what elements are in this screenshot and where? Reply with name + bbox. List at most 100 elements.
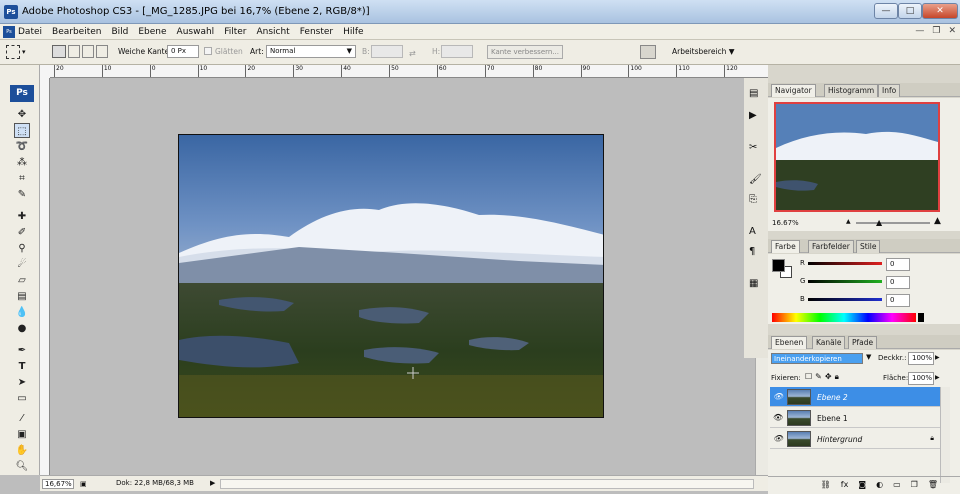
palette-well-icon[interactable]	[640, 45, 656, 59]
gradient-tool-icon[interactable]: ▤	[14, 289, 30, 304]
zoom-tool-icon[interactable]: 🔍︎	[14, 459, 30, 474]
layer-row-ebene-2[interactable]: 👁︎ Ebene 2	[770, 387, 940, 407]
notes-tool-icon[interactable]: ▣	[14, 427, 30, 442]
menu-fenster[interactable]: Fenster	[300, 27, 333, 37]
refine-edge-button[interactable]: Kante verbessern...	[487, 45, 563, 59]
doc-close-button[interactable]: ✕	[948, 26, 956, 36]
close-button[interactable]: ✕	[922, 3, 958, 19]
menu-datei[interactable]: Datei	[18, 27, 42, 37]
tab-color[interactable]: Farbe	[771, 240, 800, 253]
zoom-in-icon[interactable]: ▲	[934, 216, 941, 226]
foreground-color-swatch[interactable]	[772, 259, 785, 272]
menu-ansicht[interactable]: Ansicht	[256, 27, 289, 37]
intersect-selection-icon[interactable]	[96, 45, 108, 58]
clone-stamp-tool-icon[interactable]: ⚲	[14, 241, 30, 256]
hand-tool-icon[interactable]: ✋	[14, 443, 30, 458]
tab-info[interactable]: Info	[878, 84, 901, 97]
style-select[interactable]: Normal ▼	[266, 45, 356, 58]
minimize-button[interactable]: —	[874, 3, 898, 19]
tab-channels[interactable]: Kanäle	[812, 336, 846, 349]
tab-navigator[interactable]: Navigator	[771, 84, 816, 97]
link-layers-icon[interactable]: ⛓	[821, 477, 831, 494]
eraser-tool-icon[interactable]: ▱	[14, 273, 30, 288]
zoom-slider-handle-icon[interactable]: ▲	[876, 218, 882, 227]
blend-mode-dropdown-icon[interactable]: ▼	[866, 353, 871, 361]
doc-minimize-button[interactable]: —	[915, 26, 924, 36]
color-spectrum-bar[interactable]	[772, 313, 916, 322]
healing-brush-tool-icon[interactable]: ✚	[14, 209, 30, 224]
opacity-input[interactable]: 100%	[908, 352, 934, 365]
maximize-button[interactable]: □	[898, 3, 922, 19]
eye-icon[interactable]: 👁︎	[773, 413, 783, 422]
layer-row-hintergrund[interactable]: 👁︎ Hintergrund 🔒︎	[770, 429, 940, 449]
brushes-panel-icon[interactable]: 🖌︎	[749, 174, 762, 185]
menu-bearbeiten[interactable]: Bearbeiten	[52, 27, 101, 37]
workspace-button[interactable]: Arbeitsbereich ▼	[672, 47, 735, 56]
tab-paths[interactable]: Pfade	[848, 336, 878, 349]
channel-r-input[interactable]: 0	[886, 258, 910, 271]
layer-style-icon[interactable]: fx	[841, 477, 849, 494]
brush-tool-icon[interactable]: ✐	[14, 225, 30, 240]
horizontal-scrollbar[interactable]	[220, 479, 754, 489]
menu-ebene[interactable]: Ebene	[138, 27, 166, 37]
delete-layer-icon[interactable]: 🗑︎	[928, 477, 938, 494]
actions-panel-icon[interactable]: ▶	[749, 110, 757, 121]
status-menu-icon[interactable]: ▶	[210, 479, 215, 487]
tab-histogram[interactable]: Histogramm	[824, 84, 879, 97]
channel-g-slider[interactable]	[808, 280, 882, 283]
channel-r-slider[interactable]	[808, 262, 882, 265]
menu-bild[interactable]: Bild	[111, 27, 128, 37]
tab-swatches[interactable]: Farbfelder	[808, 240, 854, 253]
zoom-out-icon[interactable]: ▲	[846, 218, 851, 225]
layer-row-ebene-1[interactable]: 👁︎ Ebene 1	[770, 408, 940, 428]
blend-mode-select[interactable]: Ineinanderkopieren	[771, 353, 863, 364]
fill-dropdown-icon[interactable]: ▶	[935, 374, 940, 381]
clone-source-icon[interactable]: ⎘	[749, 194, 757, 205]
opacity-dropdown-icon[interactable]: ▶	[935, 354, 940, 361]
layer-mask-icon[interactable]: ◙	[858, 477, 866, 494]
history-brush-tool-icon[interactable]: ☄	[14, 257, 30, 272]
fill-input[interactable]: 100%	[908, 372, 934, 385]
menu-filter[interactable]: Filter	[224, 27, 246, 37]
document-image[interactable]	[178, 134, 604, 418]
dodge-tool-icon[interactable]: ●	[14, 321, 30, 336]
antialias-checkbox[interactable]	[204, 47, 212, 55]
ps-menu-icon[interactable]: Ps	[3, 26, 15, 38]
preset-dropdown-icon[interactable]: ▾	[22, 48, 26, 56]
marquee-preset-icon[interactable]	[6, 45, 20, 59]
slice-tool-icon[interactable]: ✎	[14, 187, 30, 202]
add-selection-icon[interactable]	[68, 45, 80, 58]
channel-b-slider[interactable]	[808, 298, 882, 301]
eye-icon[interactable]: 👁︎	[773, 434, 783, 443]
menu-auswahl[interactable]: Auswahl	[177, 27, 215, 37]
adjustment-layer-icon[interactable]: ◐	[876, 477, 883, 494]
layers-scrollbar[interactable]	[940, 387, 950, 483]
move-tool-icon[interactable]: ✥	[14, 107, 30, 122]
channel-b-input[interactable]: 0	[886, 294, 910, 307]
lasso-tool-icon[interactable]: ➰	[14, 139, 30, 154]
pen-tool-icon[interactable]: ✒	[14, 343, 30, 358]
tab-layers[interactable]: Ebenen	[771, 336, 808, 349]
lock-icons[interactable]: ☐✎✥🔒︎	[805, 372, 842, 382]
spectrum-black[interactable]	[918, 313, 924, 322]
layer-comps-icon[interactable]: ▦	[749, 278, 758, 289]
zoom-field[interactable]: 16,67%	[42, 479, 74, 489]
type-tool-icon[interactable]: T	[14, 359, 30, 374]
marquee-tool-icon[interactable]: ⬚	[14, 123, 30, 138]
paragraph-panel-icon[interactable]: ¶	[749, 246, 755, 257]
feather-input[interactable]: 0 Px	[167, 45, 199, 58]
eyedropper-tool-icon[interactable]: ⁄	[14, 411, 30, 426]
new-group-icon[interactable]: ▭	[893, 477, 901, 494]
navigator-zoom-slider[interactable]	[856, 222, 930, 224]
new-selection-icon[interactable]	[52, 45, 66, 58]
navigator-zoom-value[interactable]: 16.67%	[772, 219, 799, 227]
history-panel-icon[interactable]: ▤	[749, 88, 758, 99]
doc-restore-button[interactable]: ❐	[932, 26, 940, 36]
new-layer-icon[interactable]: ❐	[911, 477, 918, 494]
channel-g-input[interactable]: 0	[886, 276, 910, 289]
menu-hilfe[interactable]: Hilfe	[343, 27, 363, 37]
character-panel-icon[interactable]: A	[749, 226, 756, 237]
shape-tool-icon[interactable]: ▭	[14, 391, 30, 406]
crop-tool-icon[interactable]: ⌗	[14, 171, 30, 186]
navigator-preview[interactable]	[774, 102, 940, 212]
